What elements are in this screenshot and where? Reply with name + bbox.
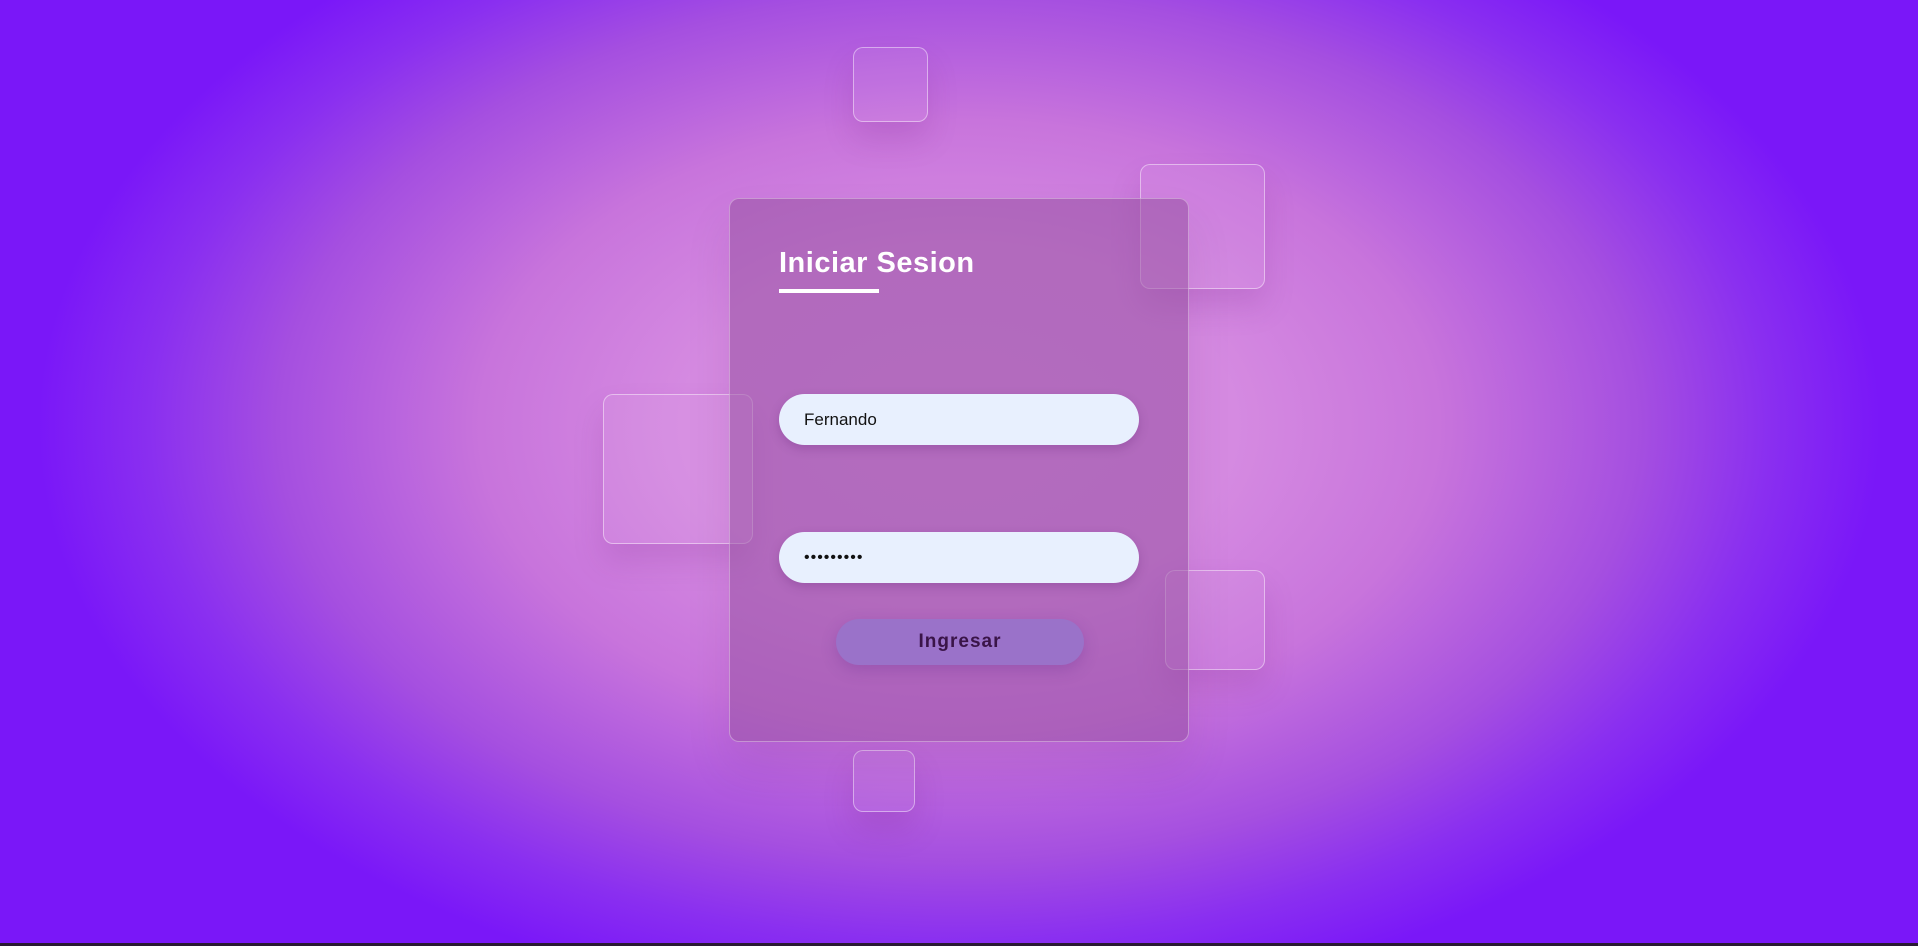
- login-card: Iniciar Sesion Fernando ••••••••• Ingres…: [729, 198, 1189, 742]
- decorative-square-top: [853, 47, 928, 122]
- username-input[interactable]: Fernando: [779, 394, 1139, 445]
- title-underline: [779, 289, 879, 293]
- login-submit-button[interactable]: Ingresar: [836, 619, 1084, 665]
- login-page: { "login": { "title": "Iniciar Sesion", …: [0, 0, 1918, 946]
- password-value: •••••••••: [804, 548, 864, 566]
- decorative-square-bottom: [853, 750, 915, 812]
- login-title: Iniciar Sesion: [779, 247, 975, 279]
- password-input[interactable]: •••••••••: [779, 532, 1139, 583]
- username-value: Fernando: [804, 409, 877, 429]
